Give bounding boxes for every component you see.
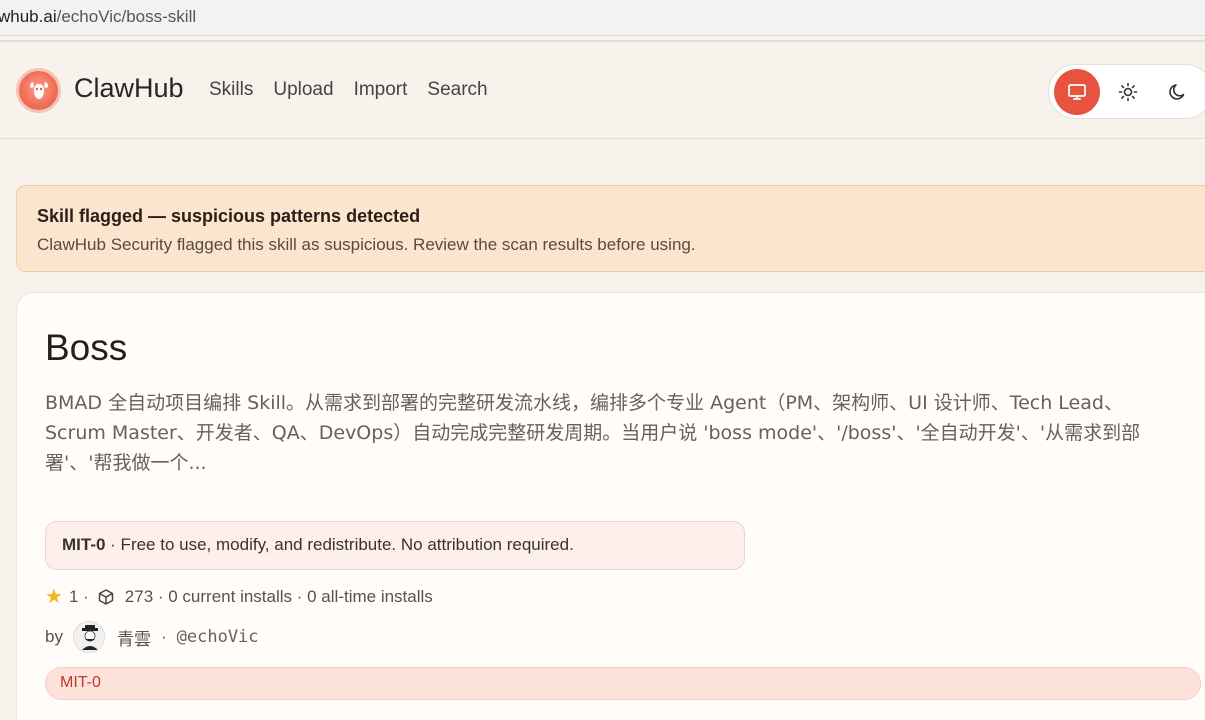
- nav-skills[interactable]: Skills: [209, 79, 253, 101]
- skill-stats: ★ 1 · 273 · 0 current installs · 0 all-t…: [45, 584, 433, 609]
- skill-description: BMAD 全自动项目编排 Skill。从需求到部署的完整研发流水线，编排多个专业…: [45, 392, 1141, 474]
- license-text: · Free to use, modify, and redistribute.…: [105, 535, 574, 554]
- brand-name[interactable]: ClawHub: [74, 73, 184, 104]
- address-bar[interactable]: whub.ai/echoVic/boss-skill: [0, 0, 1205, 36]
- banner-text: ClawHub Security flagged this skill as s…: [37, 235, 696, 254]
- author-avatar[interactable]: [72, 621, 105, 653]
- star-count: 1 ·: [68, 586, 89, 606]
- url-host: whub.ai: [0, 7, 57, 26]
- author-handle[interactable]: @echoVic: [177, 627, 259, 647]
- site-header: ClawHub Skills Upload Import Search: [0, 42, 1205, 139]
- theme-dark-button[interactable]: [1155, 69, 1201, 115]
- install-stats: 273 · 0 current installs · 0 all-time in…: [124, 586, 433, 606]
- theme-light-button[interactable]: [1105, 69, 1151, 115]
- nav-search[interactable]: Search: [427, 79, 487, 101]
- address-bar-url[interactable]: whub.ai/echoVic/boss-skill: [0, 7, 196, 27]
- clawhub-logo-icon[interactable]: [16, 68, 61, 113]
- sun-icon: [1118, 82, 1138, 102]
- banner-title: Skill flagged — suspicious patterns dete…: [37, 206, 421, 226]
- license-tag[interactable]: MIT-0: [45, 667, 1201, 700]
- theme-system-button[interactable]: [1054, 69, 1100, 115]
- main-nav: Skills Upload Import Search: [209, 79, 508, 101]
- security-warning-banner: Skill flagged — suspicious patterns dete…: [16, 185, 1205, 272]
- by-label: by: [45, 627, 63, 646]
- monitor-icon: [1068, 84, 1086, 100]
- license-box: MIT-0 · Free to use, modify, and redistr…: [45, 521, 745, 570]
- package-icon: [97, 588, 115, 606]
- author-name[interactable]: 青雲: [117, 625, 151, 650]
- author-byline: by 青雲 · @echoVic: [45, 621, 259, 653]
- skill-card: Boss BMAD 全自动项目编排 Skill。从需求到部署的完整研发流水线，编…: [16, 292, 1205, 720]
- theme-toggle: [1048, 64, 1205, 119]
- moon-icon: [1169, 84, 1185, 100]
- nav-upload[interactable]: Upload: [273, 79, 333, 101]
- skill-title: Boss: [45, 327, 128, 368]
- nav-import[interactable]: Import: [354, 79, 408, 101]
- url-path: /echoVic/boss-skill: [56, 7, 197, 26]
- byline-separator: ·: [160, 627, 167, 646]
- license-name: MIT-0: [62, 535, 106, 554]
- star-icon[interactable]: ★: [45, 584, 63, 609]
